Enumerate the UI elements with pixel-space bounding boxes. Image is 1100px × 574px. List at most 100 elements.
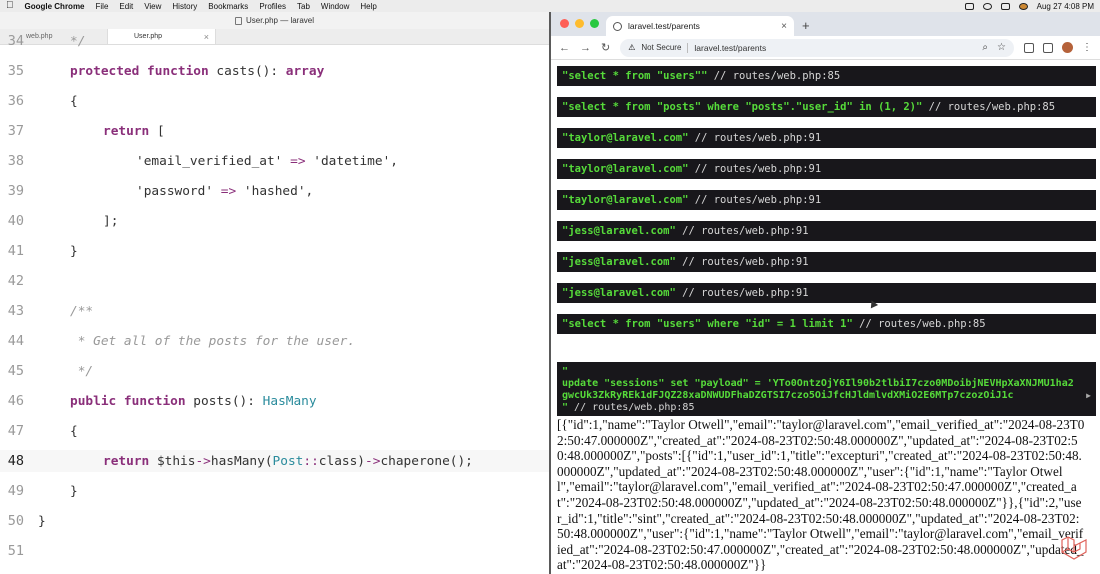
line-number: 39 — [7, 183, 24, 199]
code-text[interactable]: */ — [70, 364, 93, 379]
dump-query-text[interactable]: update "sessions" set "payload" = 'YTo0O… — [562, 378, 1076, 402]
menu-profiles[interactable]: Profiles — [259, 2, 286, 11]
kebab-menu-icon[interactable]: ⋮ — [1082, 42, 1092, 53]
code-text[interactable]: 'email_verified_at' => 'datetime', — [136, 154, 398, 169]
code-text[interactable]: ]; — [103, 214, 118, 229]
browser-tab-strip: laravel.test/parents × + — [551, 12, 1100, 36]
code-text[interactable]: * Get all of the posts for the user. — [70, 334, 355, 349]
url-text[interactable]: laravel.test/parents — [694, 43, 766, 53]
extension-icon[interactable] — [1024, 42, 1034, 53]
dump-output: "select * from "users"" // routes/web.ph… — [557, 66, 1096, 86]
maximize-window-button[interactable] — [590, 19, 599, 28]
profile-avatar[interactable] — [1062, 42, 1073, 53]
not-secure-label[interactable]: Not Secure — [641, 43, 681, 52]
bookmark-star-icon[interactable]: ☆ — [997, 42, 1006, 53]
code-line[interactable]: 42 — [0, 270, 549, 292]
dump-source: // routes/web.php:85 — [922, 101, 1056, 113]
code-text[interactable]: { — [70, 424, 78, 439]
dump-value[interactable]: "select * from "users" where "id" = 1 li… — [562, 318, 853, 330]
code-text[interactable]: { — [70, 94, 78, 109]
code-line[interactable]: 49} — [0, 480, 549, 502]
dump-value[interactable]: "jess@laravel.com" — [562, 256, 676, 268]
menu-app-name[interactable]: Google Chrome — [25, 2, 85, 11]
menu-window[interactable]: Window — [321, 2, 349, 11]
code-line[interactable]: 47 { — [0, 420, 549, 442]
address-bar[interactable]: ⚠ Not Secure laravel.test/parents ⌕ ☆ — [620, 38, 1014, 57]
close-window-button[interactable] — [560, 19, 569, 28]
code-line[interactable]: 44 * Get all of the posts for the user. — [0, 330, 549, 352]
forward-arrow-icon[interactable]: → — [580, 42, 591, 54]
code-line[interactable]: 48 return $this->hasMany(Post::class)->ch… — [0, 450, 549, 472]
dump-value[interactable]: "taylor@laravel.com" — [562, 194, 688, 206]
code-line[interactable]: 50} — [0, 510, 549, 532]
line-number: 50 — [7, 513, 24, 529]
code-line[interactable]: 51 — [0, 540, 549, 562]
menu-history[interactable]: History — [172, 2, 197, 11]
code-text[interactable]: } — [38, 514, 46, 529]
code-line[interactable]: 35 protected function casts(): array — [0, 60, 549, 82]
apple-icon[interactable]:  — [6, 1, 14, 11]
code-line[interactable]: 39 'password' => 'hashed', — [0, 180, 549, 202]
code-line[interactable]: 36 { — [0, 90, 549, 112]
menu-file[interactable]: File — [96, 2, 109, 11]
reload-icon[interactable]: ↻ — [601, 41, 610, 54]
code-text[interactable]: protected function casts(): array — [70, 64, 324, 79]
code-text[interactable]: /** — [70, 304, 93, 319]
code-text[interactable]: 'password' => 'hashed', — [136, 184, 313, 199]
dump-source: // routes/web.php:91 — [675, 225, 809, 237]
line-number: 45 — [7, 363, 24, 379]
menu-tab[interactable]: Tab — [297, 2, 310, 11]
dump-value[interactable]: "jess@laravel.com" — [562, 287, 676, 299]
menu-clock[interactable]: Aug 27 4:08 PM — [1037, 2, 1094, 11]
browser-toolbar: ← → ↻ ⚠ Not Secure laravel.test/parents … — [551, 36, 1100, 60]
expand-arrow-icon[interactable]: ▶ — [1086, 390, 1091, 402]
code-line[interactable]: 38 'email_verified_at' => 'datetime', — [0, 150, 549, 172]
code-line[interactable]: 45 */ — [0, 360, 549, 382]
warning-icon[interactable]: ⚠ — [628, 43, 635, 52]
line-number: 48 — [7, 453, 24, 469]
control-center-icon[interactable] — [1000, 2, 1010, 10]
menu-help[interactable]: Help — [360, 2, 376, 11]
dump-output: "select * from "users" where "id" = 1 li… — [557, 314, 1096, 334]
back-arrow-icon[interactable]: ← — [559, 42, 570, 54]
dump-source: // routes/web.php:91 — [675, 256, 809, 268]
dump-value[interactable]: "select * from "posts" where "posts"."us… — [562, 101, 922, 113]
puzzle-icon[interactable] — [1043, 42, 1053, 53]
code-line[interactable]: 40]; — [0, 210, 549, 232]
menu-bookmarks[interactable]: Bookmarks — [208, 2, 248, 11]
menu-view[interactable]: View — [144, 2, 161, 11]
screen-record-icon[interactable] — [964, 2, 974, 10]
code-line[interactable]: 41} — [0, 240, 549, 262]
line-number: 49 — [7, 483, 24, 499]
address-actions: ⌕ ☆ — [982, 42, 1006, 53]
code-line[interactable]: 34 */ — [0, 30, 549, 52]
dump-source: // routes/web.php:85 — [707, 70, 841, 82]
wifi-icon[interactable] — [982, 2, 992, 10]
code-text[interactable]: public function posts(): HasMany — [70, 394, 317, 409]
editor-window-title: User.php — laravel — [245, 16, 315, 25]
code-text[interactable]: } — [70, 484, 78, 499]
page-content: "select * from "users" where "id" = 1 li… — [551, 60, 1100, 574]
dump-value[interactable]: "jess@laravel.com" — [562, 225, 676, 237]
browser-tab[interactable]: laravel.test/parents × — [606, 16, 794, 36]
dump-quote: " — [562, 366, 569, 377]
siri-icon[interactable] — [1018, 2, 1028, 10]
close-tab-icon[interactable]: × — [781, 21, 787, 32]
zoom-icon[interactable]: ⌕ — [982, 42, 988, 53]
new-tab-icon[interactable]: + — [802, 18, 810, 33]
dump-source: // routes/web.php:91 — [675, 287, 809, 299]
code-text[interactable]: } — [70, 244, 78, 259]
menu-edit[interactable]: Edit — [119, 2, 133, 11]
code-line[interactable]: 46 public function posts(): HasMany — [0, 390, 549, 412]
dump-source: // routes/web.php:85 — [568, 402, 695, 413]
line-number: 35 — [7, 63, 24, 79]
dump-value[interactable]: "taylor@laravel.com" — [562, 163, 688, 175]
minimize-window-button[interactable] — [575, 19, 584, 28]
code-text[interactable]: return $this->hasMany(Post::class)->chap… — [103, 454, 473, 469]
code-line[interactable]: 43 /** — [0, 300, 549, 322]
code-text[interactable]: */ — [70, 34, 85, 49]
dump-value[interactable]: "taylor@laravel.com" — [562, 132, 688, 144]
code-text[interactable]: return [ — [103, 124, 165, 139]
code-line[interactable]: 37 return [ — [0, 120, 549, 142]
dump-value[interactable]: "select * from "users"" — [562, 70, 707, 82]
